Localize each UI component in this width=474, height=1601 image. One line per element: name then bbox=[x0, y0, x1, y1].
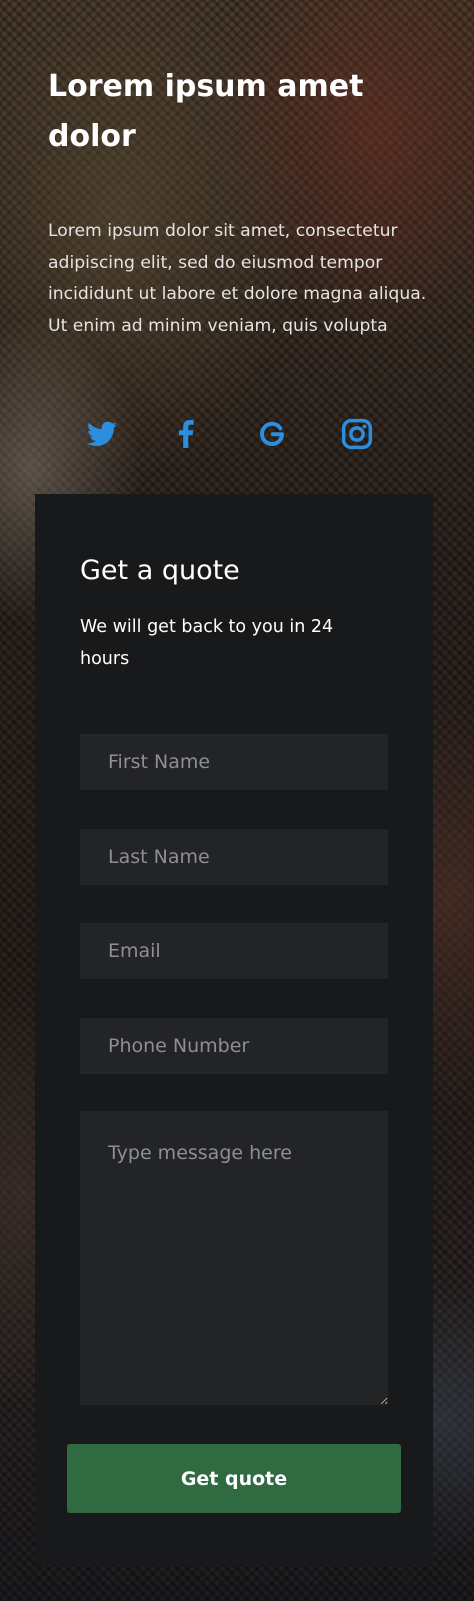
first-name-field[interactable] bbox=[80, 734, 388, 790]
quote-form-subtitle: We will get back to you in 24 hours bbox=[80, 617, 334, 669]
instagram-icon[interactable] bbox=[337, 414, 377, 454]
social-links bbox=[0, 414, 474, 458]
quote-form-title: Get a quote bbox=[80, 555, 240, 586]
google-icon[interactable] bbox=[252, 414, 292, 454]
twitter-icon[interactable] bbox=[82, 414, 122, 454]
facebook-icon[interactable] bbox=[166, 414, 206, 454]
phone-number-field[interactable] bbox=[80, 1018, 388, 1074]
get-quote-button[interactable]: Get quote bbox=[67, 1444, 401, 1513]
email-field[interactable] bbox=[80, 923, 388, 979]
hero-title: Lorem ipsum amet dolor bbox=[48, 69, 364, 154]
hero-description: Lorem ipsum dolor sit amet, consectetur … bbox=[48, 221, 427, 336]
message-textarea[interactable] bbox=[80, 1111, 388, 1405]
last-name-field[interactable] bbox=[80, 829, 388, 885]
hero-section: Lorem ipsum amet dolor Lorem ipsum dolor… bbox=[48, 62, 428, 342]
quote-form-card: Get a quote We will get back to you in 2… bbox=[35, 494, 433, 1565]
